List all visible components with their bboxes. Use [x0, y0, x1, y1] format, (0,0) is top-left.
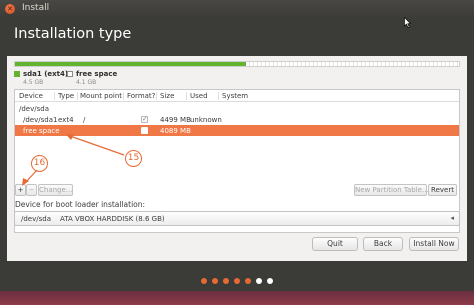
progress-dot-complete — [223, 278, 229, 284]
page-title: Installation type — [14, 26, 132, 42]
legend-name: sda1 (ext4) — [23, 70, 69, 78]
window-title: Install — [22, 3, 50, 13]
table-row[interactable]: /dev/sda1 ext4 / ✓ 4499 MB unknown — [15, 114, 459, 125]
column-header-type[interactable]: Type — [58, 92, 74, 100]
progress-dot-complete — [201, 278, 207, 284]
legend-name: free space — [76, 70, 118, 78]
window-titlebar: ✕ Install — [0, 0, 474, 18]
progress-dot-pending — [267, 278, 273, 284]
cell-mount: / — [83, 116, 86, 124]
legend-size: 4.1 GB — [76, 79, 97, 86]
remove-partition-button[interactable]: − — [26, 184, 37, 196]
quit-button[interactable]: Quit — [312, 237, 358, 251]
dropdown-arrow-icon: ◂ — [450, 214, 454, 222]
column-header-format[interactable]: Format? — [127, 92, 155, 100]
column-header-size[interactable]: Size — [160, 92, 174, 100]
format-checkbox[interactable]: ✓ — [141, 115, 148, 123]
close-icon[interactable]: ✕ — [5, 4, 15, 14]
bootloader-device-description: ATA VBOX HARDDISK (8.6 GB) — [60, 215, 165, 223]
progress-dot-complete — [234, 278, 240, 284]
install-now-button[interactable]: Install Now — [409, 237, 459, 251]
desktop-background-strip — [0, 291, 474, 305]
cell-size: 4089 MB — [160, 127, 191, 135]
revert-button[interactable]: Revert — [428, 184, 457, 196]
cell-device: free space — [23, 127, 60, 135]
cell-size: 4499 MB — [160, 116, 191, 124]
new-partition-table-button[interactable]: New Partition Table... — [354, 184, 429, 196]
annotation-callout-16: 16 — [31, 155, 48, 172]
progress-dot-complete — [212, 278, 218, 284]
cell-type: ext4 — [58, 116, 74, 124]
column-header-used[interactable]: Used — [190, 92, 208, 100]
bootloader-label: Device for boot loader installation: — [15, 200, 146, 209]
back-button[interactable]: Back — [363, 237, 403, 251]
cell-used: unknown — [190, 116, 222, 124]
table-header: Device Type Mount point Format? Size Use… — [15, 90, 459, 102]
format-checkbox[interactable] — [141, 127, 148, 134]
bootloader-device-select[interactable]: /dev/sda ATA VBOX HARDDISK (8.6 GB) ◂ — [14, 211, 460, 226]
cell-device: /dev/sda1 — [23, 116, 58, 124]
annotation-callout-15: 15 — [125, 150, 142, 167]
progress-dot-complete — [245, 278, 251, 284]
legend-size: 4.5 GB — [23, 79, 44, 86]
column-header-device[interactable]: Device — [19, 92, 43, 100]
legend-swatch-sda1 — [14, 71, 20, 77]
partition-usage-bar — [14, 61, 460, 67]
table-row-selected[interactable]: free space 4089 MB — [15, 125, 459, 136]
partition-bar-free-segment — [245, 62, 459, 66]
table-group-row[interactable]: /dev/sda — [15, 103, 459, 114]
progress-dot-pending — [256, 278, 262, 284]
bootloader-device: /dev/sda — [21, 215, 51, 223]
column-header-system[interactable]: System — [222, 92, 248, 100]
installer-progress-dots — [0, 278, 474, 286]
change-partition-button[interactable]: Change... — [38, 184, 73, 196]
add-partition-button[interactable]: + — [15, 184, 26, 196]
checkmark-icon: ✓ — [142, 115, 148, 123]
partition-bar-used-segment — [15, 62, 246, 66]
legend-swatch-free — [67, 71, 73, 77]
installation-panel: sda1 (ext4) 4.5 GB free space 4.1 GB Dev… — [7, 56, 467, 261]
column-header-mount-point[interactable]: Mount point — [80, 92, 122, 100]
device-group-label: /dev/sda — [19, 105, 49, 113]
page-header: Installation type — [0, 18, 474, 56]
mouse-pointer-icon — [404, 17, 411, 28]
